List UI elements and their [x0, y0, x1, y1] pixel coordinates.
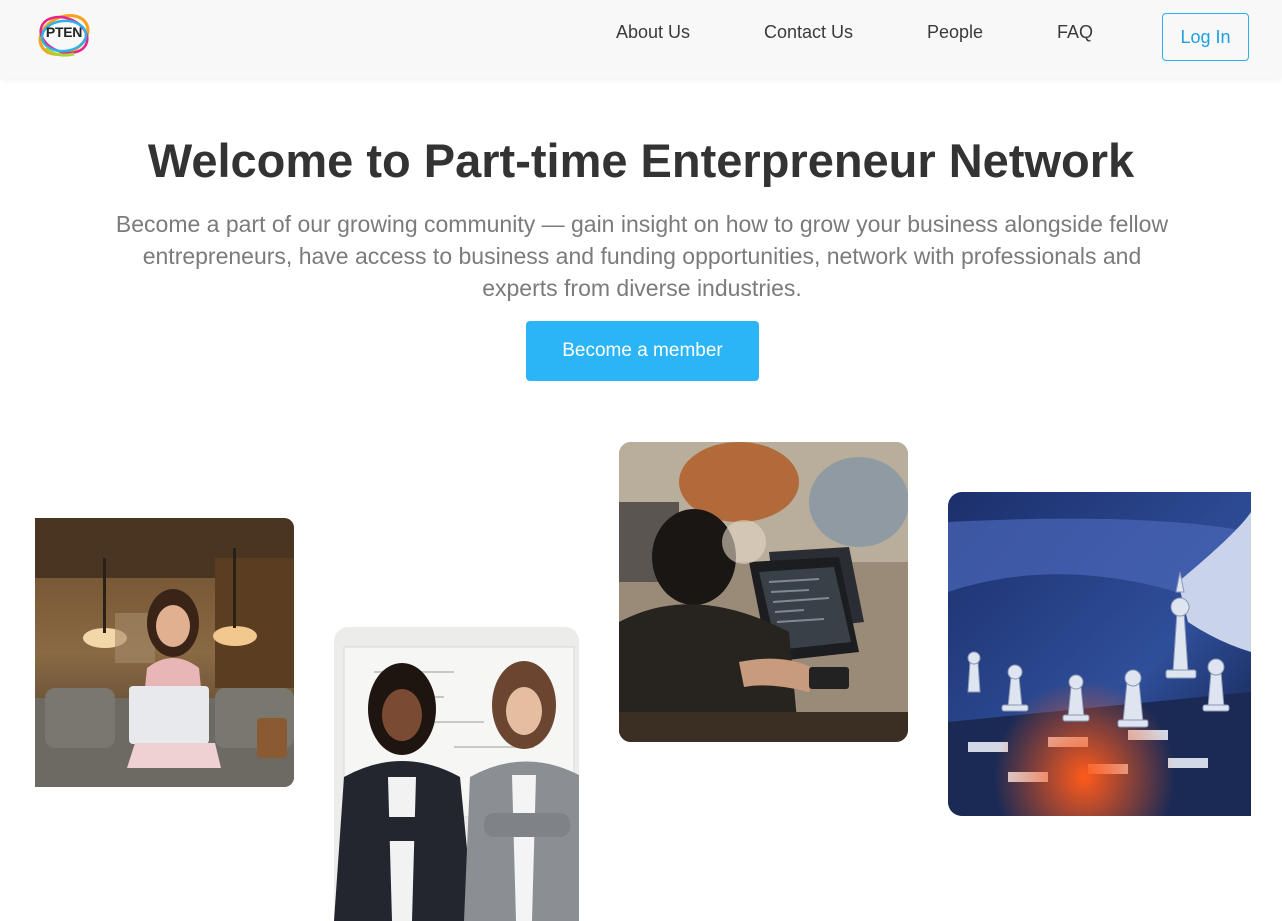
nav-faq[interactable]: FAQ [1057, 22, 1093, 43]
nav-people[interactable]: People [927, 22, 983, 43]
page-title: Welcome to Part-time Enterpreneur Networ… [147, 134, 1135, 187]
hero-subtitle: Become a part of our growing community —… [115, 211, 1169, 301]
photo-chess-game [948, 492, 1251, 816]
pten-logo[interactable]: PTEN [36, 10, 92, 60]
top-navbar: PTEN About Us Contact Us People FAQ Log … [0, 0, 1282, 78]
nav-contact-us[interactable]: Contact Us [764, 22, 853, 43]
become-member-button[interactable]: Become a member [526, 321, 759, 381]
photo-two-businesswomen [334, 627, 579, 921]
nav-about-us[interactable]: About Us [616, 22, 690, 43]
photo-woman-with-laptop [35, 518, 294, 787]
logo-text: PTEN [45, 24, 83, 40]
login-button[interactable]: Log In [1162, 13, 1249, 61]
photo-people-on-laptops [619, 442, 908, 742]
